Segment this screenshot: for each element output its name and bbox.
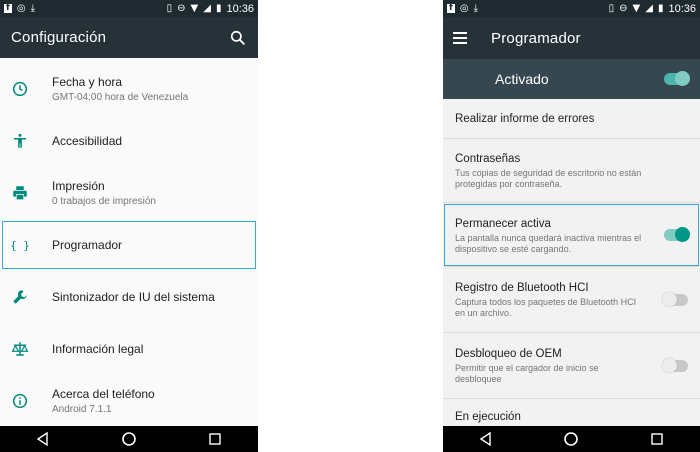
item-title: Accesibilidad xyxy=(52,134,123,148)
developer-options-screen: f ◎ ⤓ ▯ ⊖ ▼ ◢ ▮ 10:36 Programador Activa… xyxy=(443,0,700,452)
setting-title: Realizar informe de errores xyxy=(455,112,595,125)
back-icon[interactable] xyxy=(35,431,51,447)
facebook-icon: f xyxy=(447,3,455,13)
status-bar: f ◎ ⤓ ▯ ⊖ ▼ ◢ ▮ 10:36 xyxy=(443,0,700,17)
item-title: Programador xyxy=(52,238,123,252)
do-not-disturb-icon: ⊖ xyxy=(177,2,186,14)
page-title: Configuración xyxy=(11,29,107,46)
accessibility-icon xyxy=(14,133,26,148)
wifi-icon: ▼ xyxy=(190,2,199,14)
item-subtitle: GMT-04:00 hora de Venezuela xyxy=(52,92,189,103)
printer-icon xyxy=(13,186,27,201)
whatsapp-icon: ◎ xyxy=(459,2,469,14)
item-title: Impresión xyxy=(52,179,105,193)
item-title: Acerca del teléfono xyxy=(52,387,155,401)
app-bar: Configuración xyxy=(0,17,258,58)
setting-subtitle: Permitir que el cargador de inicio se de… xyxy=(455,363,599,384)
settings-item-accessibility[interactable]: Accesibilidad xyxy=(0,115,258,167)
settings-item-date-time[interactable]: Fecha y hora GMT-04:00 hora de Venezuela xyxy=(0,63,258,115)
setting-title: Contraseñas xyxy=(455,153,521,165)
signal-icon: ◢ xyxy=(203,2,211,14)
braces-icon: { } xyxy=(10,238,30,252)
settings-list: Fecha y hora GMT-04:00 hora de Venezuela… xyxy=(0,63,258,427)
stay-awake-toggle[interactable] xyxy=(664,226,690,242)
do-not-disturb-icon: ⊖ xyxy=(619,2,628,14)
settings-item-about-phone[interactable]: Acerca del teléfono Android 7.1.1 xyxy=(0,375,258,427)
wifi-icon: ▼ xyxy=(632,2,641,14)
bluetooth-hci-toggle[interactable] xyxy=(662,291,688,307)
settings-item-printing[interactable]: Impresión 0 trabajos de impresión xyxy=(0,167,258,219)
setting-subtitle: Captura todos los paquetes de Bluetooth … xyxy=(455,297,637,318)
settings-item-developer[interactable]: { } Programador xyxy=(0,219,258,271)
info-icon xyxy=(12,393,28,409)
download-icon: ⤓ xyxy=(473,2,479,14)
wrench-icon xyxy=(13,290,27,304)
setting-passwords[interactable]: Contraseñas Tus copias de seguridad de e… xyxy=(443,139,700,203)
page-title: Programador xyxy=(491,29,581,47)
hamburger-icon[interactable] xyxy=(453,32,467,44)
item-title: Sintonizador de IU del sistema xyxy=(52,290,215,304)
setting-bug-report[interactable]: Realizar informe de errores xyxy=(443,99,700,139)
vibrate-icon: ▯ xyxy=(166,2,173,14)
back-icon[interactable] xyxy=(478,431,494,447)
battery-icon: ▮ xyxy=(215,2,222,14)
item-title: Información legal xyxy=(52,342,144,356)
navigation-bar xyxy=(443,426,700,452)
facebook-icon: f xyxy=(4,3,12,13)
setting-subtitle: Tus copias de seguridad de escritorio no… xyxy=(455,168,642,189)
item-title: Fecha y hora xyxy=(52,75,123,89)
setting-title: En ejecución xyxy=(455,411,521,423)
settings-item-system-ui-tuner[interactable]: Sintonizador de IU del sistema xyxy=(0,271,258,323)
setting-title: Permanecer activa xyxy=(455,218,551,230)
master-switch-bar[interactable]: Activado xyxy=(443,59,700,99)
setting-stay-awake[interactable]: Permanecer activa La pantalla nunca qued… xyxy=(443,203,700,267)
setting-bluetooth-hci-log[interactable]: Registro de Bluetooth HCI Captura todos … xyxy=(443,267,700,333)
oem-unlock-toggle[interactable] xyxy=(662,357,688,373)
developer-settings-list: Realizar informe de errores Contraseñas … xyxy=(443,99,700,429)
setting-oem-unlock[interactable]: Desbloqueo de OEM Permitir que el cargad… xyxy=(443,333,700,399)
setting-title: Registro de Bluetooth HCI xyxy=(455,282,589,294)
home-icon[interactable] xyxy=(121,431,137,447)
clock-icon xyxy=(12,81,28,97)
signal-icon: ◢ xyxy=(645,2,653,14)
setting-subtitle: La pantalla nunca quedará inactiva mient… xyxy=(455,233,642,254)
item-subtitle: Android 7.1.1 xyxy=(52,404,112,415)
settings-item-legal[interactable]: Información legal xyxy=(0,323,258,375)
vibrate-icon: ▯ xyxy=(608,2,615,14)
download-icon: ⤓ xyxy=(30,2,36,14)
setting-title: Desbloqueo de OEM xyxy=(455,348,562,360)
status-bar: f ◎ ⤓ ▯ ⊖ ▼ ◢ ▮ 10:36 xyxy=(0,0,258,17)
setting-running-services[interactable]: En ejecución xyxy=(443,399,700,429)
status-time: 10:36 xyxy=(668,2,696,15)
app-bar: Programador xyxy=(443,17,700,59)
home-icon[interactable] xyxy=(563,431,579,447)
recents-icon[interactable] xyxy=(207,431,223,447)
settings-screen: f ◎ ⤓ ▯ ⊖ ▼ ◢ ▮ 10:36 Configuración Fech… xyxy=(0,0,258,452)
master-switch-label: Activado xyxy=(495,71,549,87)
scales-icon xyxy=(11,342,29,356)
status-time: 10:36 xyxy=(226,2,254,15)
search-icon[interactable] xyxy=(228,28,248,48)
navigation-bar xyxy=(0,426,258,452)
whatsapp-icon: ◎ xyxy=(16,2,26,14)
item-subtitle: 0 trabajos de impresión xyxy=(52,196,156,207)
master-switch-toggle[interactable] xyxy=(664,71,690,86)
recents-icon[interactable] xyxy=(649,431,665,447)
battery-icon: ▮ xyxy=(657,2,664,14)
